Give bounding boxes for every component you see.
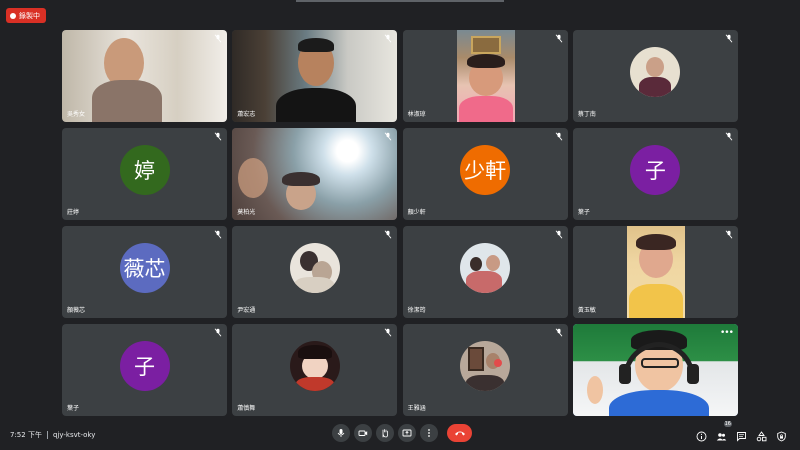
participant-tile[interactable]: 尹宏通 xyxy=(232,226,398,318)
call-controls xyxy=(332,424,472,442)
camera-button[interactable] xyxy=(354,424,372,442)
participant-avatar xyxy=(460,341,511,392)
mic-off-icon xyxy=(214,34,222,43)
participant-avatar: 子 xyxy=(119,341,170,392)
mic-icon xyxy=(337,429,345,437)
meeting-code: qjy-ksvt-oky xyxy=(52,431,96,439)
meeting-time: 7:52 下午 xyxy=(10,431,42,439)
mic-off-icon xyxy=(555,34,562,43)
participant-name: 吳秀女 xyxy=(67,111,86,118)
people-count-badge: 16 xyxy=(723,421,732,427)
participant-name: 徐潔筠 xyxy=(407,307,426,314)
participant-video xyxy=(402,30,568,122)
mic-off-icon xyxy=(555,328,562,337)
participant-name: 蔡丁南 xyxy=(577,111,596,118)
participant-video xyxy=(572,226,738,318)
participant-avatar: 少軒 xyxy=(460,145,511,196)
participant-tile[interactable]: 子 葉子 xyxy=(572,128,738,220)
activities-icon xyxy=(756,431,767,442)
mic-off-icon xyxy=(214,132,222,141)
info-icon xyxy=(696,431,707,442)
recording-dot-icon xyxy=(10,12,16,19)
top-bar-indicator xyxy=(296,0,504,2)
participant-video xyxy=(572,324,738,416)
participant-avatar xyxy=(630,47,681,98)
hang-up-button[interactable] xyxy=(447,424,472,442)
present-icon xyxy=(402,429,412,437)
hang-up-icon xyxy=(454,431,465,436)
participant-tile[interactable]: 吳秀女 xyxy=(62,30,227,122)
participant-avatar xyxy=(289,243,340,294)
people-icon xyxy=(716,433,727,441)
mic-off-icon xyxy=(384,132,392,141)
side-panel-controls: 16 xyxy=(696,421,787,442)
participant-name: 黃玉敏 xyxy=(577,307,596,314)
participant-tile[interactable]: 王雅涵 xyxy=(402,324,568,416)
participant-name: 尹宏通 xyxy=(237,307,256,314)
self-view-tile[interactable]: ••• xyxy=(572,324,738,416)
participant-avatar xyxy=(289,341,340,392)
mic-off-icon xyxy=(384,34,392,43)
present-button[interactable] xyxy=(398,424,416,442)
raise-hand-button[interactable] xyxy=(376,424,394,442)
more-options-button[interactable] xyxy=(420,424,438,442)
participant-tile[interactable]: 薇芯 顏薇芯 xyxy=(62,226,227,318)
divider xyxy=(46,431,48,439)
participant-tile[interactable]: 蔡丁南 xyxy=(572,30,738,122)
participant-name: 莫柏光 xyxy=(237,209,256,216)
activities-button[interactable] xyxy=(756,427,767,442)
mic-off-icon xyxy=(384,230,392,239)
participant-tile[interactable]: 莫柏光 xyxy=(232,128,398,220)
participant-tile[interactable]: 蕭宏志 xyxy=(232,30,398,122)
mic-off-icon xyxy=(214,328,222,337)
participant-tile[interactable]: 蕭慎舞 xyxy=(232,324,398,416)
participant-grid: 吳秀女 蕭宏志 林淑琼 蔡丁南 婷 莊婷 莫柏光 少軒 顏少軒 子 葉子 薇芯 … xyxy=(62,30,738,416)
participant-name: 蕭慎舞 xyxy=(237,405,256,412)
participant-name: 葉子 xyxy=(577,209,590,216)
participant-name: 顏薇芯 xyxy=(67,307,86,314)
participant-tile[interactable]: 黃玉敏 xyxy=(572,226,738,318)
camera-icon xyxy=(358,430,368,436)
participant-avatar: 子 xyxy=(630,145,681,196)
mic-off-icon xyxy=(555,132,562,141)
host-controls-button[interactable] xyxy=(776,427,787,442)
participant-name: 顏少軒 xyxy=(407,209,426,216)
people-button[interactable]: 16 xyxy=(716,421,732,441)
recording-label: 錄製中 xyxy=(19,11,40,20)
mic-off-icon xyxy=(384,328,392,337)
participant-name: 蕭宏志 xyxy=(237,111,256,118)
meeting-details-button[interactable] xyxy=(696,427,707,442)
mic-off-icon xyxy=(214,230,222,239)
more-options-icon[interactable]: ••• xyxy=(720,328,734,338)
participant-video xyxy=(232,128,398,220)
mic-button[interactable] xyxy=(332,424,350,442)
mic-off-icon xyxy=(725,230,733,239)
participant-avatar: 薇芯 xyxy=(119,243,170,294)
mic-off-icon xyxy=(725,132,733,141)
participant-tile[interactable]: 子 葉子 xyxy=(62,324,227,416)
participant-name: 莊婷 xyxy=(67,209,80,216)
participant-name: 林淑琼 xyxy=(407,111,426,118)
participant-video xyxy=(62,30,227,122)
more-vert-icon xyxy=(428,429,430,437)
participant-name: 葉子 xyxy=(67,405,80,412)
participant-avatar xyxy=(460,243,511,294)
raise-hand-icon xyxy=(382,429,388,438)
mic-off-icon xyxy=(555,230,562,239)
meeting-info: 7:52 下午 qjy-ksvt-oky xyxy=(10,430,95,440)
participant-video xyxy=(232,30,398,122)
shield-lock-icon xyxy=(777,431,786,442)
participant-tile[interactable]: 徐潔筠 xyxy=(402,226,568,318)
participant-tile[interactable]: 少軒 顏少軒 xyxy=(402,128,568,220)
participant-tile[interactable]: 林淑琼 xyxy=(402,30,568,122)
chat-icon xyxy=(737,432,746,442)
participant-tile[interactable]: 婷 莊婷 xyxy=(62,128,227,220)
participant-name: 王雅涵 xyxy=(407,405,426,412)
recording-badge: 錄製中 xyxy=(6,8,46,23)
mic-off-icon xyxy=(725,34,733,43)
participant-avatar: 婷 xyxy=(119,145,170,196)
chat-button[interactable] xyxy=(736,427,747,442)
